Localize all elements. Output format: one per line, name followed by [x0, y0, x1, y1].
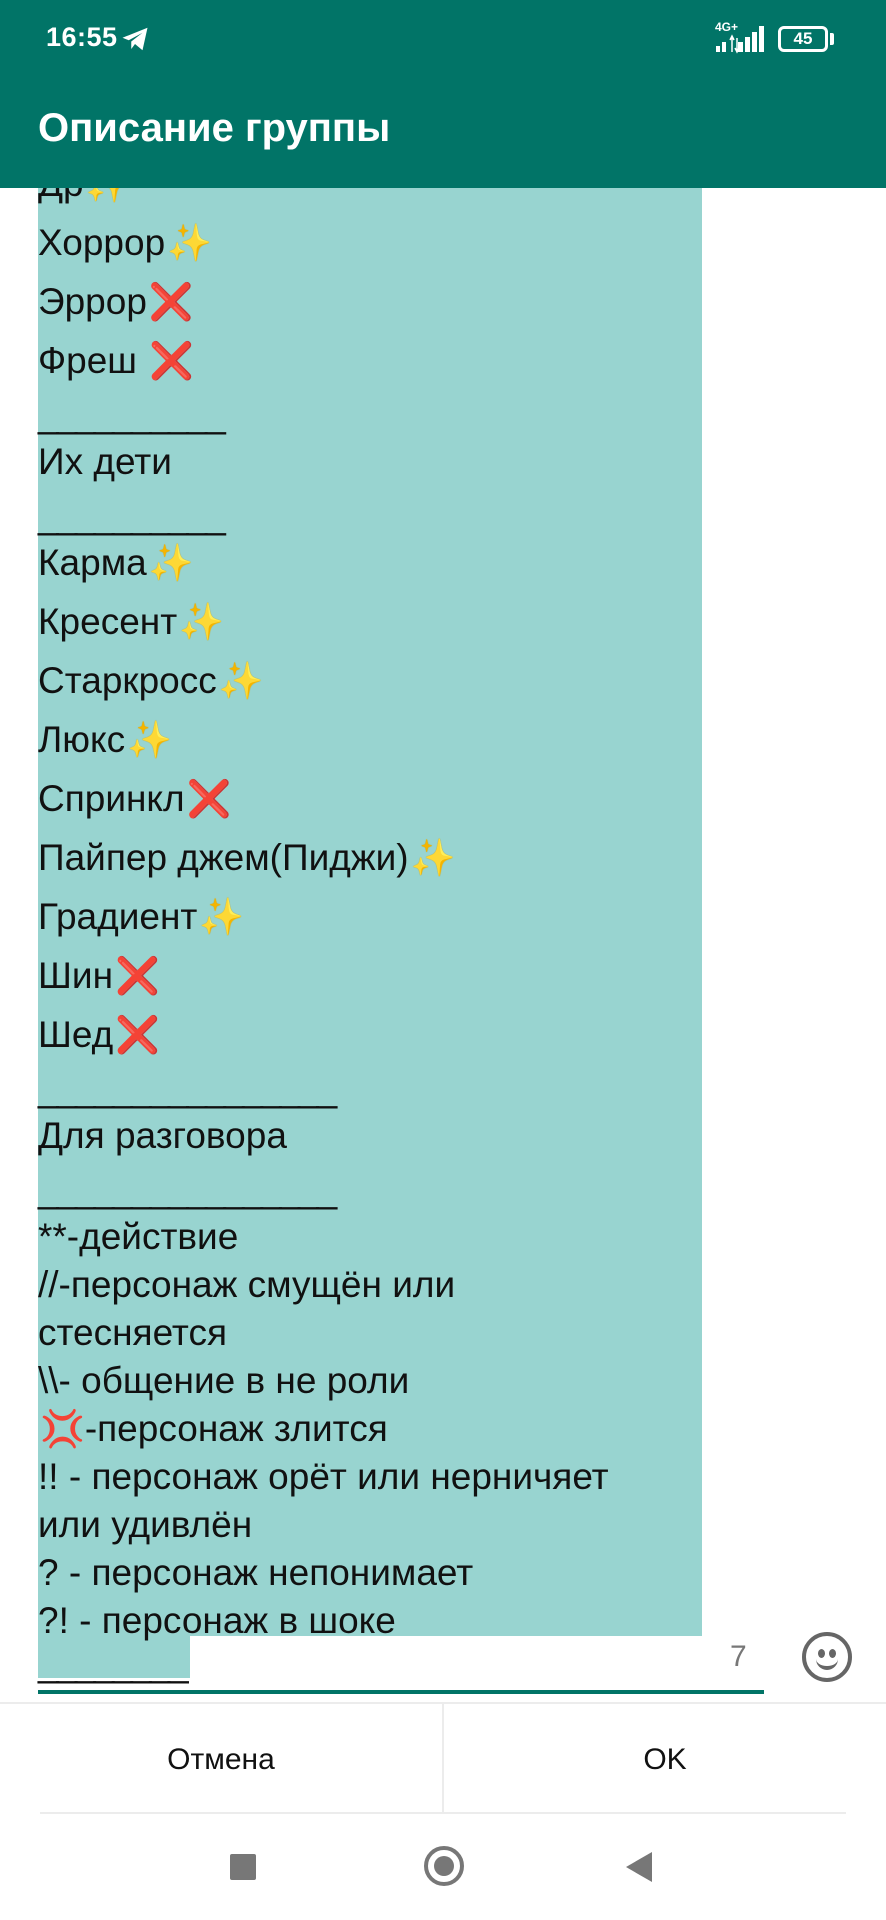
separator-line: ________	[38, 1645, 718, 1687]
battery-icon: 45	[778, 26, 828, 52]
line-text: Для разговора	[38, 1115, 287, 1156]
cross-mark-icon: ❌	[186, 778, 232, 819]
input-underline	[38, 1690, 764, 1694]
description-line: 💢-персонаж злится	[38, 1405, 718, 1453]
description-line: Эррор❌	[38, 278, 718, 337]
separator-line: ________________	[38, 1070, 718, 1112]
status-time: 16:55	[46, 22, 118, 52]
sparkles-icon: ✨	[127, 719, 172, 760]
sparkles-icon: ✨	[410, 837, 456, 878]
line-text: Шин	[38, 955, 114, 996]
back-triangle-icon[interactable]	[626, 1852, 652, 1882]
description-line: Спринкл❌	[38, 775, 718, 834]
line-text: Градиент	[38, 896, 198, 937]
ok-button[interactable]: OK	[444, 1704, 886, 1816]
description-line: Фреш ❌	[38, 337, 718, 396]
line-text: Др	[38, 188, 84, 204]
description-line: ? - персонаж непонимает	[38, 1549, 718, 1597]
line-text: ? - персонаж непонимает	[38, 1552, 474, 1593]
line-text: Хоррор	[38, 222, 166, 263]
separator-line: __________	[38, 396, 718, 438]
sparkles-icon: ✨	[218, 660, 264, 701]
sparkles-icon: ✨	[167, 222, 212, 263]
line-text: __________	[38, 394, 226, 435]
line-text: __________	[38, 495, 226, 536]
description-line: Др✨	[38, 188, 718, 219]
line-text: Карма	[38, 542, 147, 583]
page-title: Описание группы	[38, 106, 391, 150]
sparkles-icon: ✨	[86, 188, 131, 204]
line-text: ________________	[38, 1169, 337, 1210]
battery-level: 45	[793, 29, 813, 48]
group-description-editor[interactable]: Др✨Хоррор✨Эррор❌Фреш ❌__________Их дети_…	[0, 188, 886, 1702]
system-navigation-bar	[0, 1814, 886, 1920]
description-text[interactable]: Др✨Хоррор✨Эррор❌Фреш ❌__________Их дети_…	[38, 188, 718, 1687]
line-text: Старкросс	[38, 660, 217, 701]
battery-tip	[830, 33, 834, 45]
home-circle-icon[interactable]	[424, 1846, 464, 1886]
smiley-face-icon[interactable]	[802, 1632, 852, 1682]
line-text: Шед	[38, 1014, 114, 1055]
telegram-icon	[122, 27, 148, 51]
description-line: !! - персонаж орёт или нерничяет	[38, 1453, 718, 1501]
anger-symbol-icon: 💢	[40, 1408, 85, 1449]
line-text: Пайпер джем(Пиджи)	[38, 837, 409, 878]
line-text: Фреш	[38, 340, 148, 381]
status-bar: 16:55 4G+ 45	[0, 0, 886, 80]
line-text: -персонаж злится	[84, 1408, 388, 1449]
description-line: стесняется	[38, 1309, 718, 1357]
line-text: ________	[38, 1643, 189, 1684]
description-line: Пайпер джем(Пиджи)✨	[38, 834, 718, 893]
cancel-button[interactable]: Отмена	[0, 1704, 442, 1816]
description-line: Кресент✨	[38, 598, 718, 657]
description-line: Карма✨	[38, 539, 718, 598]
line-text: \\- общение в не роли	[38, 1360, 410, 1401]
description-line: или удивлён	[38, 1501, 718, 1549]
description-line: Старкросс✨	[38, 657, 718, 716]
line-text: или удивлён	[38, 1504, 253, 1545]
description-line: Шед❌	[38, 1011, 718, 1070]
dialog-button-row: Отмена OK	[0, 1702, 886, 1816]
description-line: \\- общение в не роли	[38, 1357, 718, 1405]
description-line: Для разговора	[38, 1112, 718, 1171]
line-text: **-действие	[38, 1216, 239, 1257]
line-text: Спринкл	[38, 778, 185, 819]
sparkles-icon: ✨	[148, 542, 194, 583]
cross-mark-icon: ❌	[115, 955, 160, 996]
cross-mark-icon: ❌	[115, 1014, 161, 1055]
cross-mark-icon: ❌	[149, 340, 195, 381]
line-text: Кресент	[38, 601, 178, 642]
line-text: ?! - персонаж в шоке	[38, 1600, 396, 1641]
line-text: //-персонаж смущён или	[38, 1264, 456, 1305]
char-counter: 7	[730, 1640, 747, 1673]
line-text: стесняется	[38, 1312, 227, 1353]
description-line: ?! - персонаж в шоке	[38, 1597, 718, 1645]
description-line: **-действие	[38, 1213, 718, 1261]
description-line: //-персонаж смущён или	[38, 1261, 718, 1309]
sparkles-icon: ✨	[199, 896, 245, 937]
description-line: Хоррор✨	[38, 219, 718, 278]
description-line: Шин❌	[38, 952, 718, 1011]
line-text: !! - персонаж орёт или нерничяет	[38, 1456, 609, 1497]
separator-line: __________	[38, 497, 718, 539]
line-text: Эррор	[38, 281, 147, 322]
app-bar: Описание группы	[0, 80, 886, 188]
separator-line: ________________	[38, 1171, 718, 1213]
description-line: Их дети	[38, 438, 718, 497]
description-line: Градиент✨	[38, 893, 718, 952]
description-line: Люкс✨	[38, 716, 718, 775]
line-text: ________________	[38, 1068, 337, 1109]
line-text: Люкс	[38, 719, 126, 760]
sparkles-icon: ✨	[179, 601, 224, 642]
recents-square-icon[interactable]	[230, 1854, 256, 1880]
signal-icon	[716, 26, 764, 54]
cross-mark-icon: ❌	[148, 281, 194, 322]
line-text: Их дети	[38, 441, 172, 482]
